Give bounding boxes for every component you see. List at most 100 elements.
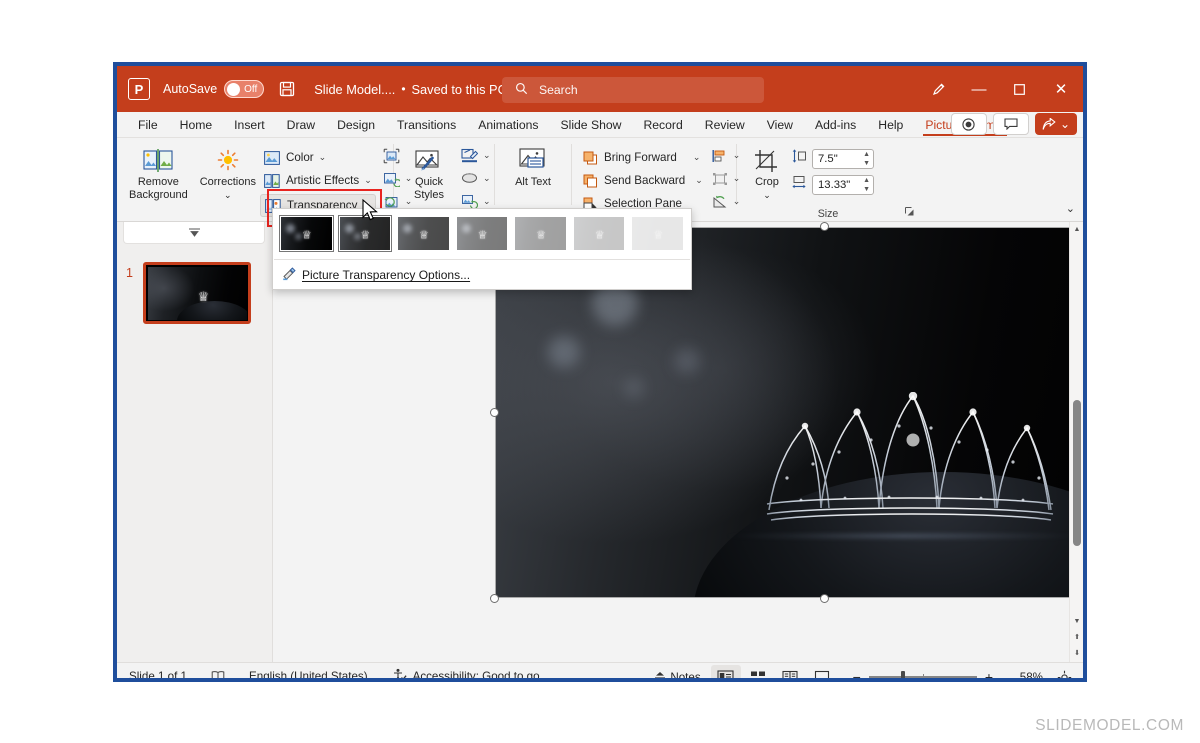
notes-button[interactable]: Notes bbox=[645, 663, 708, 682]
document-title[interactable]: Slide Model.... bbox=[314, 82, 395, 97]
minimize-button[interactable]: — bbox=[959, 66, 999, 112]
zoom-slider[interactable]: − + bbox=[845, 669, 1001, 678]
slide-count[interactable]: Slide 1 of 1 bbox=[117, 663, 199, 678]
color-button[interactable]: Color ⌄ bbox=[260, 146, 376, 169]
accessibility-icon bbox=[392, 668, 407, 678]
tab-review[interactable]: Review bbox=[694, 112, 756, 138]
tab-insert[interactable]: Insert bbox=[223, 112, 275, 138]
previous-slide-button[interactable]: ⬆ bbox=[1070, 630, 1083, 644]
tab-add-ins[interactable]: Add-ins bbox=[804, 112, 867, 138]
tab-help[interactable]: Help bbox=[867, 112, 914, 138]
tab-draw[interactable]: Draw bbox=[276, 112, 326, 138]
tab-file[interactable]: File bbox=[127, 112, 169, 138]
transparency-thumb-3[interactable]: ♕ bbox=[456, 217, 508, 250]
maximize-button[interactable] bbox=[999, 66, 1039, 112]
zoom-level-label[interactable]: 58% bbox=[1009, 671, 1043, 679]
share-button[interactable]: ⌄ bbox=[1034, 113, 1077, 135]
width-spinner[interactable]: ▲ ▼ bbox=[863, 176, 870, 194]
tab-transitions[interactable]: Transitions bbox=[386, 112, 467, 138]
send-backward-button[interactable]: Send Backward ⌄ bbox=[578, 169, 707, 192]
artistic-effects-button[interactable]: Artistic Effects ⌄ bbox=[260, 169, 376, 192]
quick-styles-button[interactable]: Quick Styles ⌄ bbox=[400, 142, 458, 215]
picture-pillow-highlight bbox=[719, 533, 1083, 538]
notes-label: Notes bbox=[670, 670, 701, 682]
scroll-down-arrow[interactable]: ▼ bbox=[1070, 614, 1083, 628]
thumb-veil-6 bbox=[632, 217, 684, 250]
alt-text-button[interactable]: Alt Text bbox=[497, 142, 569, 189]
remove-background-icon bbox=[143, 146, 173, 176]
tab-design[interactable]: Design bbox=[326, 112, 386, 138]
transparency-options-icon bbox=[282, 266, 302, 284]
fit-to-window-button[interactable] bbox=[1049, 665, 1079, 678]
send-backward-label: Send Backward bbox=[604, 174, 686, 187]
thumbnail-pane-collapse[interactable] bbox=[123, 222, 265, 244]
view-slide-sorter-button[interactable] bbox=[743, 665, 773, 678]
selection-handle-bottom-left[interactable] bbox=[490, 594, 499, 603]
shape-width-icon bbox=[791, 174, 807, 195]
language-label: English (United States) bbox=[249, 670, 368, 682]
picture-border-button[interactable]: ⌄ bbox=[458, 144, 494, 167]
height-spinner[interactable]: ▲ ▼ bbox=[863, 150, 870, 168]
ribbon-tab-bar: File Home Insert Draw Design Transitions… bbox=[117, 112, 1083, 138]
comments-button[interactable] bbox=[992, 113, 1029, 135]
ribbon-right-controls: ⌄ bbox=[950, 113, 1077, 135]
remove-background-button[interactable]: Remove Background bbox=[129, 142, 188, 202]
window-controls: — ✕ bbox=[919, 66, 1083, 112]
screenshot-root: P AutoSave Off Slide Model.... • Saved t… bbox=[0, 0, 1200, 743]
crop-button[interactable]: Crop ⌄ bbox=[743, 142, 791, 202]
zoom-in-button[interactable]: + bbox=[985, 669, 993, 678]
corrections-label: Corrections bbox=[199, 176, 256, 188]
view-reading-button[interactable] bbox=[775, 665, 805, 678]
language-indicator[interactable]: English (United States) bbox=[237, 663, 380, 682]
search-input[interactable]: Search bbox=[502, 77, 764, 103]
zoom-knob[interactable] bbox=[901, 670, 906, 678]
next-slide-button[interactable]: ⬇ bbox=[1070, 646, 1083, 660]
view-normal-button[interactable] bbox=[710, 665, 741, 678]
selection-handle-top-center[interactable] bbox=[820, 222, 829, 231]
thumb-veil-4 bbox=[515, 217, 566, 250]
autosave-toggle[interactable]: Off bbox=[224, 80, 265, 98]
size-dialog-launcher[interactable] bbox=[904, 206, 915, 220]
powerpoint-icon: P bbox=[128, 78, 150, 100]
vertical-scrollbar[interactable]: ▲ ▼ ⬆ ⬇ bbox=[1069, 222, 1083, 662]
accessibility-checker[interactable]: Accessibility: Good to go bbox=[380, 663, 552, 678]
width-field[interactable]: 13.33" ▲ ▼ bbox=[812, 174, 874, 195]
scrollbar-thumb[interactable] bbox=[1073, 400, 1081, 546]
selection-handle-middle-left[interactable] bbox=[490, 408, 499, 417]
ribbon-collapse-button[interactable]: ⌄ bbox=[1066, 202, 1075, 215]
tab-slide-show[interactable]: Slide Show bbox=[549, 112, 632, 138]
bring-forward-chevron-icon: ⌄ bbox=[692, 152, 701, 162]
tab-view[interactable]: View bbox=[756, 112, 804, 138]
notes-page-button[interactable] bbox=[199, 663, 237, 678]
close-button[interactable]: ✕ bbox=[1039, 66, 1083, 112]
record-button[interactable] bbox=[950, 113, 987, 135]
save-icon[interactable] bbox=[278, 80, 296, 98]
zoom-out-button[interactable]: − bbox=[853, 669, 861, 678]
size-group-label: Size bbox=[817, 208, 839, 220]
corrections-button[interactable]: Corrections ⌄ bbox=[200, 142, 256, 202]
height-field[interactable]: 7.5" ▲ ▼ bbox=[812, 148, 874, 169]
save-status[interactable]: Saved to this PC bbox=[412, 82, 507, 97]
tab-record[interactable]: Record bbox=[632, 112, 693, 138]
bokeh-circle-2 bbox=[548, 336, 580, 368]
transparency-thumb-2[interactable]: ♕ bbox=[398, 217, 449, 250]
slide-thumbnail-1[interactable]: ♕ bbox=[143, 262, 251, 324]
picture-effects-button[interactable]: ⌄ bbox=[458, 167, 494, 190]
transparency-thumb-0[interactable]: ♕ bbox=[279, 215, 334, 252]
slide-number-label: 1 bbox=[126, 266, 133, 280]
tab-animations[interactable]: Animations bbox=[467, 112, 549, 138]
transparency-thumb-6[interactable]: ♕ bbox=[632, 217, 684, 250]
artistic-effects-label: Artistic Effects bbox=[285, 174, 360, 187]
ribbon-group-size: Crop ⌄ 7.5" ▲ ▼ 13.33" ▲ ▼ Size bbox=[737, 138, 919, 221]
selection-handle-bottom-center[interactable] bbox=[820, 594, 829, 603]
picture-transparency-options-item[interactable]: Picture Transparency Options... bbox=[273, 260, 691, 289]
bring-forward-button[interactable]: Bring Forward ⌄ bbox=[578, 146, 707, 169]
view-slideshow-button[interactable] bbox=[807, 665, 837, 678]
scroll-up-arrow[interactable]: ▲ bbox=[1070, 222, 1083, 236]
tab-home[interactable]: Home bbox=[169, 112, 224, 138]
pen-icon[interactable] bbox=[919, 66, 959, 112]
transparency-thumb-4[interactable]: ♕ bbox=[515, 217, 566, 250]
transparency-thumb-5[interactable]: ♕ bbox=[573, 217, 625, 250]
picture-styles-icon-column: ⌄ ⌄ ⌄ bbox=[458, 142, 494, 213]
zoom-track[interactable] bbox=[868, 670, 977, 678]
